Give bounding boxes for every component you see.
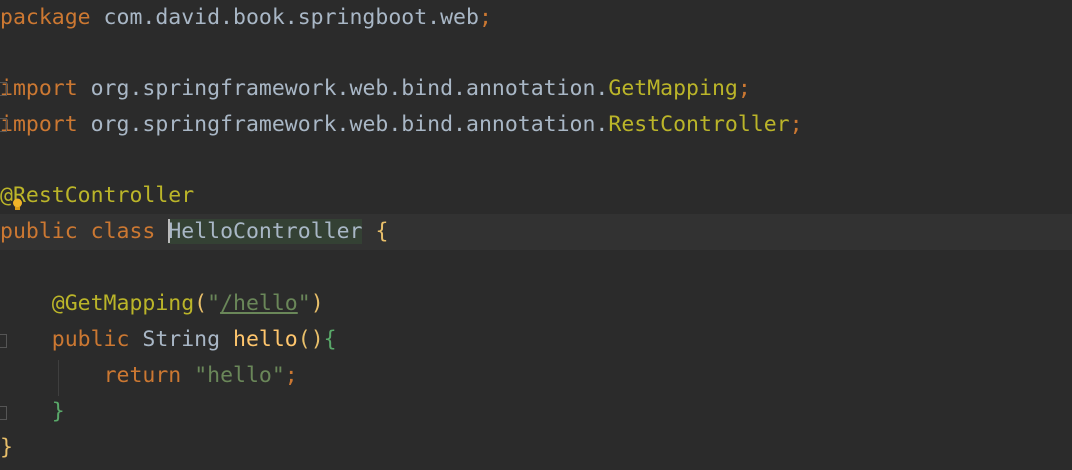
indent-guide	[58, 360, 59, 396]
quote: "	[297, 291, 311, 316]
semicolon: ;	[789, 112, 803, 137]
code-line-method-declaration[interactable]: public String hello(){	[0, 322, 1072, 358]
semicolon: ;	[284, 363, 298, 388]
public-keyword: public	[0, 219, 78, 244]
code-line-class-annotation[interactable]: @RestController	[0, 178, 1072, 214]
class-close-brace: }	[0, 435, 13, 460]
fold-marker-icon[interactable]	[0, 334, 7, 348]
method-name: hello	[233, 327, 298, 352]
method-parens: ()	[297, 327, 324, 352]
class-keyword: class	[90, 219, 156, 244]
class-name: HelloController	[168, 219, 363, 244]
method-open-brace: {	[323, 327, 337, 352]
return-string: "hello"	[194, 363, 285, 388]
method-close-brace: }	[51, 399, 65, 424]
public-keyword: public	[51, 327, 130, 352]
mapping-path-string[interactable]: /hello	[220, 291, 298, 316]
code-line-class-close[interactable]: }	[0, 430, 1072, 466]
close-paren: )	[310, 291, 324, 316]
getmapping-annotation: @GetMapping	[51, 291, 195, 316]
fold-marker-icon[interactable]	[0, 82, 7, 96]
semicolon: ;	[478, 5, 492, 30]
import-keyword: import	[0, 112, 78, 137]
restcontroller-annotation: @RestController	[0, 183, 195, 208]
import-class-restcontroller: RestController	[608, 112, 790, 137]
code-line-import-getmapping[interactable]: import org.springframework.web.bind.anno…	[0, 71, 1072, 107]
semicolon: ;	[737, 76, 751, 101]
import-keyword: import	[0, 76, 78, 101]
code-editor[interactable]: package com.david.book.springboot.web; i…	[0, 0, 1072, 470]
code-line-method-close[interactable]: }	[0, 394, 1072, 430]
fold-marker-icon[interactable]	[0, 406, 7, 420]
import-package: org.springframework.web.bind.annotation.	[77, 76, 609, 101]
return-keyword: return	[103, 363, 182, 388]
fold-marker-icon[interactable]	[0, 118, 7, 132]
package-keyword: package	[0, 5, 91, 30]
import-package: org.springframework.web.bind.annotation.	[77, 112, 609, 137]
code-line-import-restcontroller[interactable]: import org.springframework.web.bind.anno…	[0, 107, 1072, 143]
code-line-return[interactable]: return "hello";	[0, 358, 1072, 394]
package-name: com.david.book.springboot.web	[90, 5, 479, 30]
import-class-getmapping: GetMapping	[608, 76, 738, 101]
open-brace: {	[375, 219, 389, 244]
quote: "	[207, 291, 221, 316]
text-caret	[168, 219, 171, 243]
code-line-method-annotation[interactable]: @GetMapping("/hello")	[0, 286, 1072, 322]
code-line-class-declaration[interactable]: public class HelloController {	[0, 214, 1072, 250]
open-paren: (	[194, 291, 208, 316]
return-type: String	[142, 327, 221, 352]
code-line-package[interactable]: package com.david.book.springboot.web;	[0, 0, 1072, 36]
lightbulb-icon[interactable]	[11, 198, 24, 211]
